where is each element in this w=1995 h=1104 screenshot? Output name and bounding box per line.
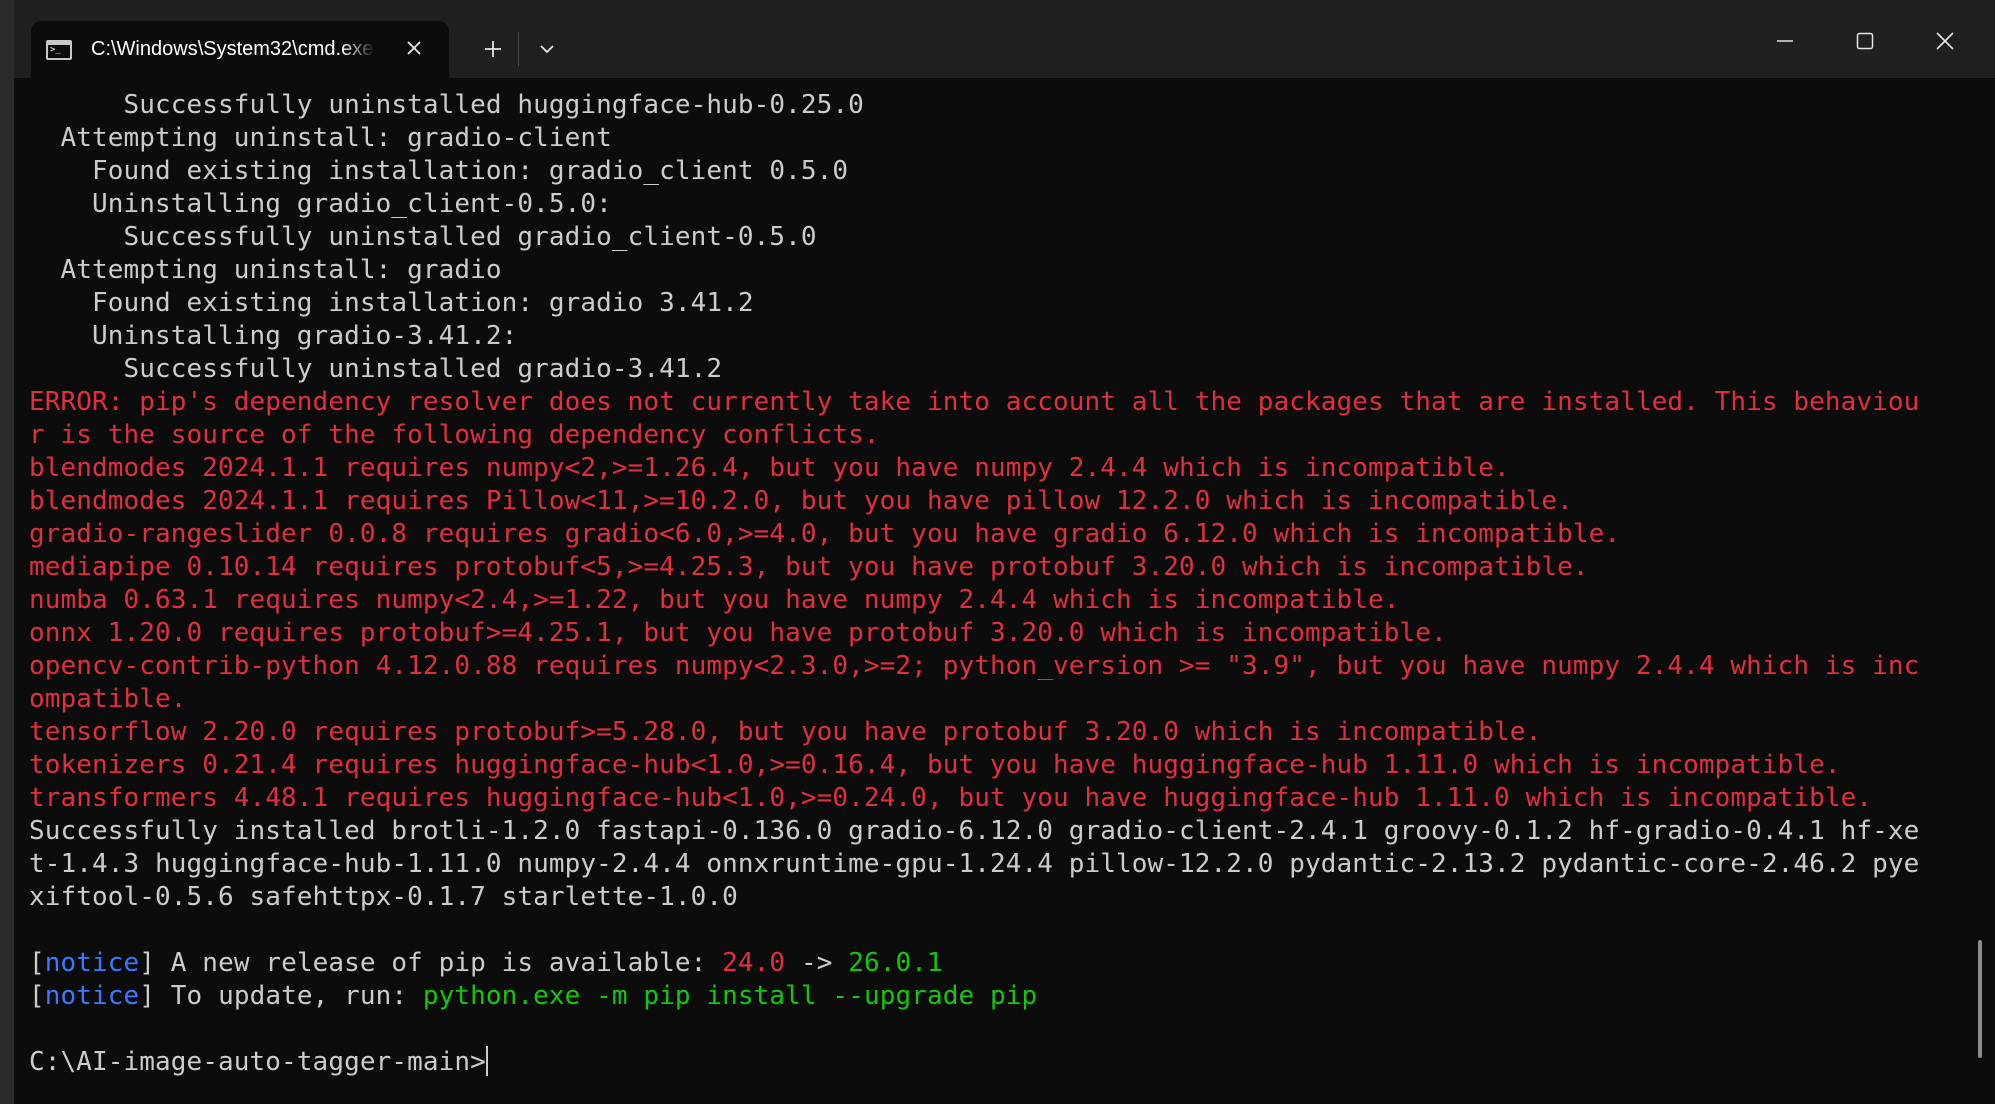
terminal-line: Successfully installed brotli-1.2.0 fast… (29, 815, 1969, 848)
close-icon (1936, 32, 1954, 50)
terminal-output[interactable]: Successfully uninstalled huggingface-hub… (29, 89, 1969, 1089)
terminal-text: C:\AI-image-auto-tagger-main> (29, 1047, 486, 1077)
terminal-text: gradio-rangeslider 0.0.8 requires gradio… (29, 519, 1621, 549)
scrollbar[interactable] (1978, 940, 1982, 1058)
terminal-line: Attempting uninstall: gradio (29, 254, 1969, 287)
terminal-text: tensorflow 2.20.0 requires protobuf>=5.2… (29, 717, 1542, 747)
terminal-text: xiftool-0.5.6 safehttpx-0.1.7 starlette-… (29, 882, 738, 912)
terminal-line: ompatible. (29, 683, 1969, 716)
terminal-line: xiftool-0.5.6 safehttpx-0.1.7 starlette-… (29, 881, 1969, 914)
terminal-text: ompatible. (29, 684, 187, 714)
terminal-text: r is the source of the following depende… (29, 420, 880, 450)
maximize-button[interactable] (1835, 20, 1895, 62)
terminal-text: numba 0.63.1 requires numpy<2.4,>=1.22, … (29, 585, 1400, 615)
terminal-text: ERROR: pip's dependency resolver does no… (29, 387, 1920, 417)
terminal-line: Uninstalling gradio_client-0.5.0: (29, 188, 1969, 221)
terminal-text: Found existing installation: gradio 3.41… (29, 288, 754, 318)
terminal-text: opencv-contrib-python 4.12.0.88 requires… (29, 651, 1920, 681)
terminal-text: [ (29, 981, 45, 1011)
title-bar[interactable]: >_ C:\Windows\System32\cmd.exe (14, 0, 1995, 78)
terminal-text: -> (785, 948, 849, 978)
chevron-down-icon (540, 45, 554, 54)
terminal-text: Successfully installed brotli-1.2.0 fast… (29, 816, 1920, 846)
terminal-text: Successfully uninstalled gradio-3.41.2 (29, 354, 723, 384)
terminal-text: notice (44, 948, 140, 978)
terminal-text: Uninstalling gradio_client-0.5.0: (29, 189, 612, 219)
tab-divider (518, 32, 519, 66)
terminal-line: Successfully uninstalled gradio-3.41.2 (29, 353, 1969, 386)
terminal-line: tensorflow 2.20.0 requires protobuf>=5.2… (29, 716, 1969, 749)
terminal-line: gradio-rangeslider 0.0.8 requires gradio… (29, 518, 1969, 551)
terminal-line: tokenizers 0.21.4 requires huggingface-h… (29, 749, 1969, 782)
terminal-text: mediapipe 0.10.14 requires protobuf<5,>=… (29, 552, 1589, 582)
minimize-icon (1777, 40, 1793, 42)
terminal-text: Attempting uninstall: gradio-client (29, 123, 612, 153)
terminal-line: Found existing installation: gradio_clie… (29, 155, 1969, 188)
terminal-line: numba 0.63.1 requires numpy<2.4,>=1.22, … (29, 584, 1969, 617)
terminal-line: blendmodes 2024.1.1 requires numpy<2,>=1… (29, 452, 1969, 485)
terminal-text: 26.0.1 (848, 948, 943, 978)
terminal-text: Successfully uninstalled huggingface-hub… (29, 90, 864, 120)
terminal-line: opencv-contrib-python 4.12.0.88 requires… (29, 650, 1969, 683)
close-window-button[interactable] (1915, 20, 1975, 62)
terminal-text: Uninstalling gradio-3.41.2: (29, 321, 518, 351)
terminal-line: t-1.4.3 huggingface-hub-1.11.0 numpy-2.4… (29, 848, 1969, 881)
terminal-text: t-1.4.3 huggingface-hub-1.11.0 numpy-2.4… (29, 849, 1920, 879)
terminal-text: onnx 1.20.0 requires protobuf>=4.25.1, b… (29, 618, 1447, 648)
terminal-text: notice (44, 981, 140, 1011)
terminal-text: ] A new release of pip is available: (139, 948, 723, 978)
text-cursor (485, 1046, 488, 1076)
tab-dropdown-button[interactable] (526, 28, 568, 70)
terminal-line: onnx 1.20.0 requires protobuf>=4.25.1, b… (29, 617, 1969, 650)
terminal-line: Attempting uninstall: gradio-client (29, 122, 1969, 155)
terminal-text: ] To update, run: (139, 981, 423, 1011)
terminal-line: ERROR: pip's dependency resolver does no… (29, 386, 1969, 419)
terminal-line: [notice] To update, run: python.exe -m p… (29, 980, 1969, 1013)
terminal-text: blendmodes 2024.1.1 requires numpy<2,>=1… (29, 453, 1510, 483)
terminal-text: tokenizers 0.21.4 requires huggingface-h… (29, 750, 1841, 780)
terminal-line: Successfully uninstalled huggingface-hub… (29, 89, 1969, 122)
tab-title: C:\Windows\System32\cmd.exe (91, 38, 374, 60)
close-tab-icon[interactable] (401, 35, 427, 61)
terminal-line: Found existing installation: gradio 3.41… (29, 287, 1969, 320)
terminal-window: >_ C:\Windows\System32\cmd.exe Successfu… (14, 0, 1995, 1104)
minimize-button[interactable] (1755, 20, 1815, 62)
terminal-text: Attempting uninstall: gradio (29, 255, 502, 285)
terminal-line: [notice] A new release of pip is availab… (29, 947, 1969, 980)
tab-cmd[interactable]: >_ C:\Windows\System32\cmd.exe (31, 21, 449, 78)
terminal-line: Successfully uninstalled gradio_client-0… (29, 221, 1969, 254)
maximize-icon (1856, 32, 1874, 50)
terminal-text: [ (29, 948, 45, 978)
terminal-text: transformers 4.48.1 requires huggingface… (29, 783, 1873, 813)
terminal-line: Uninstalling gradio-3.41.2: (29, 320, 1969, 353)
plus-icon (485, 41, 501, 57)
terminal-line: mediapipe 0.10.14 requires protobuf<5,>=… (29, 551, 1969, 584)
terminal-text: python.exe -m pip install --upgrade pip (422, 981, 1038, 1011)
terminal-text: blendmodes 2024.1.1 requires Pillow<11,>… (29, 486, 1573, 516)
terminal-text: Successfully uninstalled gradio_client-0… (29, 222, 817, 252)
terminal-icon: >_ (46, 39, 72, 60)
terminal-line: transformers 4.48.1 requires huggingface… (29, 782, 1969, 815)
new-tab-button[interactable] (472, 28, 514, 70)
terminal-line: r is the source of the following depende… (29, 419, 1969, 452)
terminal-text: Found existing installation: gradio_clie… (29, 156, 849, 186)
terminal-line: blendmodes 2024.1.1 requires Pillow<11,>… (29, 485, 1969, 518)
terminal-text: 24.0 (722, 948, 786, 978)
command-prompt-line: C:\AI-image-auto-tagger-main> (29, 1046, 1969, 1079)
